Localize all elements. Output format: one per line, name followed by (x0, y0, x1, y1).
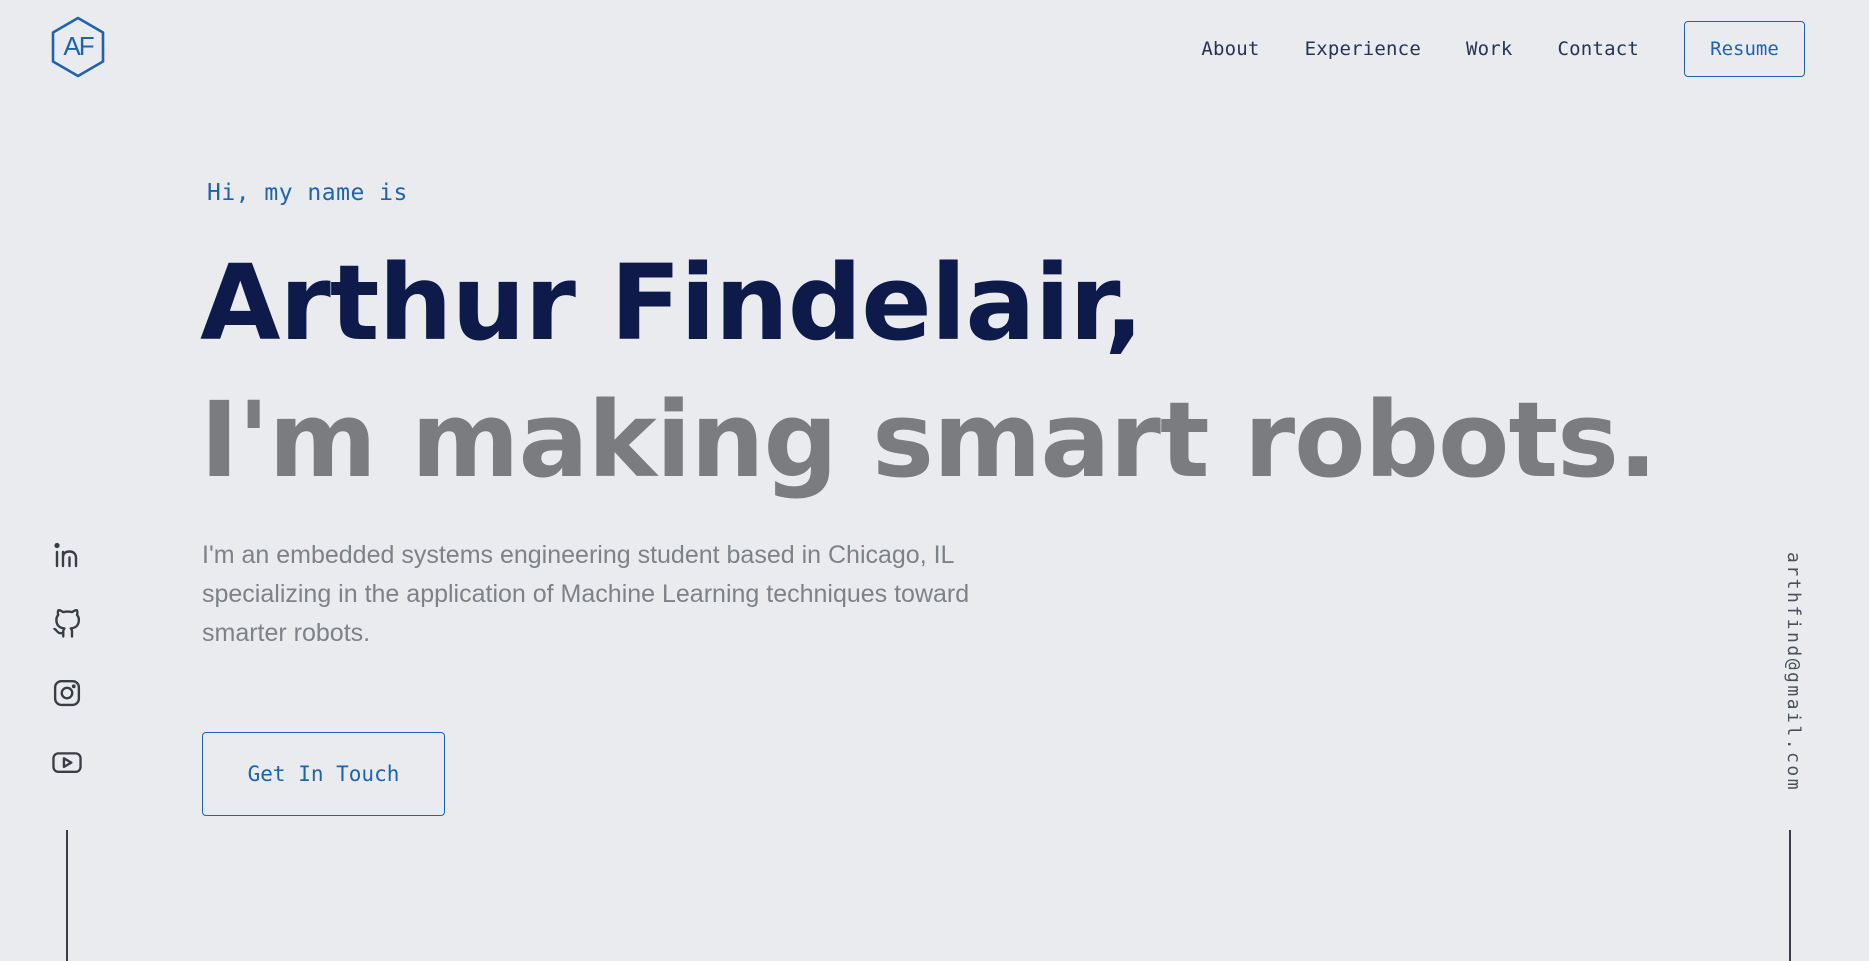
nav-link-contact[interactable]: Contact (1558, 38, 1639, 60)
social-link-linkedin[interactable] (50, 538, 84, 572)
logo[interactable]: AF (50, 16, 106, 78)
social-link-youtube[interactable] (50, 745, 84, 779)
social-link-github[interactable] (50, 607, 84, 641)
nav-link-experience[interactable]: Experience (1305, 38, 1421, 60)
main-nav: About Experience Work Contact Resume (1201, 20, 1869, 78)
hero-greeting: Hi, my name is (207, 180, 408, 206)
hexagon-logo-icon: AF (51, 16, 105, 78)
logo-text: AF (63, 31, 93, 61)
linkedin-icon (54, 542, 78, 568)
social-links (50, 538, 84, 779)
hero-bio: I'm an embedded systems engineering stud… (202, 541, 970, 647)
site-header: AF About Experience Work Contact Resume (0, 0, 1869, 96)
left-rail-line (66, 830, 68, 961)
nav-link-about[interactable]: About (1201, 38, 1259, 60)
hero-name: Arthur Findelair, (200, 242, 1144, 364)
social-link-instagram[interactable] (50, 676, 84, 710)
youtube-icon (52, 752, 82, 774)
instagram-icon (53, 679, 81, 707)
get-in-touch-button[interactable]: Get In Touch (202, 732, 445, 816)
resume-button[interactable]: Resume (1684, 21, 1805, 77)
github-icon (53, 609, 81, 638)
right-rail-line (1789, 830, 1791, 961)
email-link[interactable]: arthfind@gmail.com (1783, 552, 1804, 792)
hero-tagline: I'm making smart robots. (200, 379, 1658, 501)
nav-link-work[interactable]: Work (1466, 38, 1513, 60)
